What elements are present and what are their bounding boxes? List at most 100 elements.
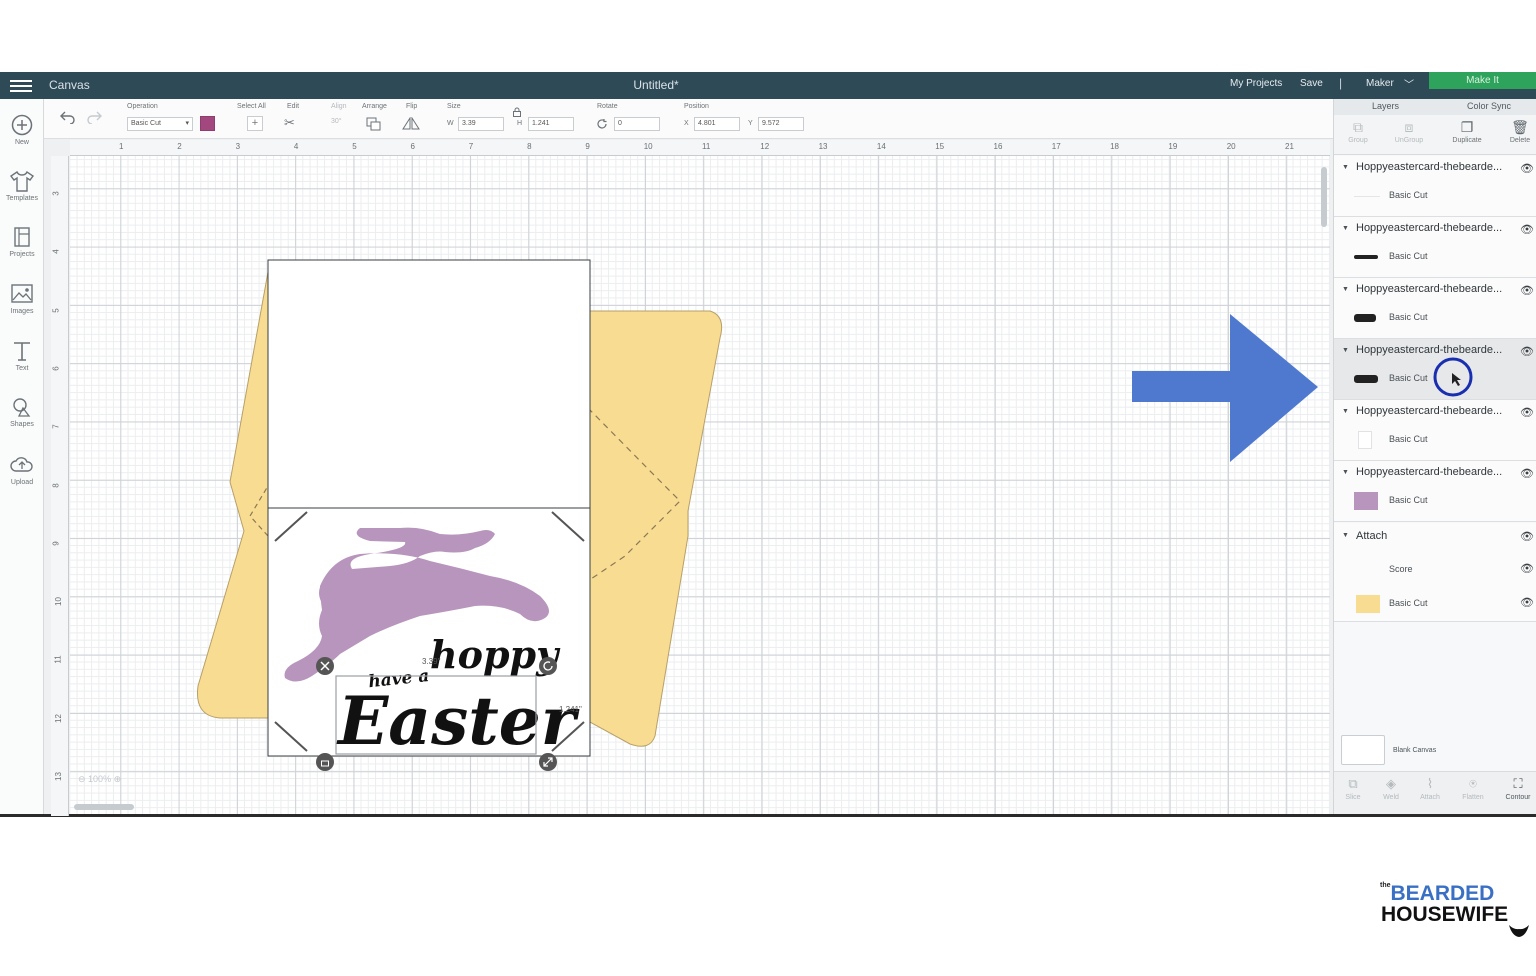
rotate-input[interactable]: 0 bbox=[614, 117, 660, 131]
bunny-thumb bbox=[1354, 492, 1380, 510]
width-input[interactable]: 3.39 bbox=[458, 117, 504, 131]
envelope-right-flap[interactable] bbox=[587, 310, 723, 747]
eye-icon[interactable]: 👁 bbox=[1520, 223, 1534, 236]
tab-color-sync[interactable]: Color Sync bbox=[1467, 101, 1511, 111]
ruler-tick-label: 3 bbox=[235, 142, 241, 151]
weld-button[interactable]: ◈ Weld bbox=[1372, 776, 1410, 801]
collapse-caret-icon[interactable]: ▼ bbox=[1342, 532, 1349, 539]
blank-canvas-label: Blank Canvas bbox=[1393, 747, 1437, 754]
ruler-tick-label: 6 bbox=[410, 142, 415, 151]
eye-icon[interactable]: 👁 bbox=[1520, 562, 1534, 575]
operation-color-swatch[interactable] bbox=[200, 116, 215, 131]
design-canvas[interactable]: have a hoppy Easter 3.39" 1.241" bbox=[70, 156, 1330, 814]
height-input[interactable]: 1.241 bbox=[528, 117, 574, 131]
rail-new-button[interactable]: New bbox=[0, 113, 44, 146]
select-all-button[interactable]: + bbox=[247, 116, 263, 131]
rotate-value: 0 bbox=[618, 120, 622, 127]
ungroup-button[interactable]: ⧈ UnGroup bbox=[1389, 119, 1429, 144]
blank-canvas-swatch[interactable] bbox=[1341, 735, 1385, 765]
cursor-icon bbox=[1452, 373, 1461, 386]
flip-icon[interactable] bbox=[401, 117, 421, 131]
ruler-tick-label: 7 bbox=[51, 424, 61, 429]
ruler-tick-label: 12 bbox=[53, 713, 63, 723]
rail-text-button[interactable]: Text bbox=[0, 339, 44, 372]
arrange-icon[interactable] bbox=[366, 117, 384, 131]
align-value[interactable]: 30° bbox=[331, 118, 342, 125]
card-top-panel[interactable] bbox=[267, 259, 591, 509]
undo-icon[interactable] bbox=[60, 110, 76, 124]
eye-icon[interactable]: 👁 bbox=[1520, 284, 1534, 297]
attach-button[interactable]: ⌇ Attach bbox=[1411, 776, 1449, 801]
delete-button[interactable]: 🗑 Delete bbox=[1500, 119, 1536, 144]
envelope-left-flap[interactable] bbox=[196, 271, 273, 719]
chevron-down-icon[interactable]: ﹀ bbox=[1404, 76, 1414, 91]
envelope-thumb bbox=[1356, 595, 1380, 613]
height-readout: 1.241" bbox=[559, 705, 582, 714]
collapse-caret-icon[interactable]: ▼ bbox=[1342, 408, 1349, 415]
vertical-ruler: 3 4 5 6 7 8 9 10 11 12 13 bbox=[51, 156, 69, 816]
x-position-input[interactable]: 4.801 bbox=[694, 117, 740, 131]
machine-selector[interactable]: Maker bbox=[1366, 78, 1394, 89]
collapse-caret-icon[interactable]: ▼ bbox=[1342, 286, 1349, 293]
slice-button[interactable]: ⧉ Slice bbox=[1334, 776, 1372, 801]
rail-shapes-button[interactable]: Shapes bbox=[0, 395, 44, 428]
attach-child-basic-cut[interactable]: Basic Cut 👁 bbox=[1334, 586, 1536, 622]
flatten-button[interactable]: ⍟ Flatten bbox=[1454, 776, 1492, 801]
text-t-icon bbox=[14, 342, 30, 361]
eye-icon[interactable]: 👁 bbox=[1520, 530, 1534, 543]
eye-icon[interactable]: 👁 bbox=[1520, 596, 1534, 609]
white-card-thumb bbox=[1354, 431, 1380, 449]
tab-layers[interactable]: Layers bbox=[1372, 101, 1399, 111]
operation-select[interactable]: Basic Cut ▾ bbox=[127, 117, 193, 131]
rail-templates-button[interactable]: Templates bbox=[0, 169, 44, 202]
layer-item[interactable]: ▼ Hoppyeastercard-thebearde... 👁 Basic C… bbox=[1334, 461, 1536, 522]
size-label: Size bbox=[447, 103, 461, 110]
card-text-easter[interactable]: Easter bbox=[336, 682, 580, 760]
lock-icon[interactable] bbox=[512, 107, 522, 117]
ruler-tick-label: 16 bbox=[993, 142, 1003, 151]
collapse-caret-icon[interactable]: ▼ bbox=[1342, 164, 1349, 171]
attach-child-score[interactable]: Score 👁 bbox=[1334, 553, 1536, 586]
group-button[interactable]: ⧉ Group bbox=[1338, 119, 1378, 144]
redo-icon[interactable] bbox=[86, 110, 102, 124]
layer-item[interactable]: ▼ Hoppyeastercard-thebearde... 👁 Basic C… bbox=[1334, 400, 1536, 461]
make-it-button[interactable]: Make It bbox=[1429, 72, 1536, 89]
my-projects-link[interactable]: My Projects bbox=[1230, 78, 1282, 89]
collapse-caret-icon[interactable]: ▼ bbox=[1342, 225, 1349, 232]
duplicate-button[interactable]: ❐ Duplicate bbox=[1447, 119, 1487, 144]
ruler-tick-label: 12 bbox=[760, 142, 770, 151]
zoom-control[interactable]: ⊖ 100% ⊕ bbox=[78, 774, 121, 785]
flip-label: Flip bbox=[406, 103, 418, 110]
ruler-tick-label: 7 bbox=[468, 142, 474, 151]
collapse-caret-icon[interactable]: ▼ bbox=[1342, 469, 1349, 476]
ruler-tick-label: 9 bbox=[585, 142, 590, 151]
rail-images-button[interactable]: Images bbox=[0, 282, 44, 315]
arrow-right-icon bbox=[1132, 314, 1318, 462]
scissors-icon[interactable]: ✂ bbox=[284, 115, 295, 131]
eye-icon[interactable]: 👁 bbox=[1520, 162, 1534, 175]
eye-icon[interactable]: 👁 bbox=[1520, 467, 1534, 480]
eye-icon[interactable]: 👁 bbox=[1520, 406, 1534, 419]
layer-item[interactable]: ▼ Hoppyeastercard-thebearde... 👁 Basic C… bbox=[1334, 156, 1536, 217]
size-group: Size bbox=[447, 103, 461, 114]
rotate-handle[interactable] bbox=[539, 657, 557, 675]
contour-button[interactable]: ⛶ Contour bbox=[1499, 776, 1536, 801]
contour-icon: ⛶ bbox=[1513, 776, 1523, 791]
horizontal-scrollbar[interactable] bbox=[74, 804, 134, 810]
rail-upload-button[interactable]: Upload bbox=[0, 453, 44, 486]
vertical-scrollbar[interactable] bbox=[1321, 167, 1327, 227]
align-group: Align bbox=[331, 103, 347, 114]
ruler-tick-label: 8 bbox=[527, 142, 532, 151]
y-position-input[interactable]: 9.572 bbox=[758, 117, 804, 131]
layer-operation: Basic Cut bbox=[1389, 434, 1428, 444]
layer-item[interactable]: ▼ Hoppyeastercard-thebearde... 👁 Basic C… bbox=[1334, 217, 1536, 278]
y-position-value: 9.572 bbox=[762, 120, 780, 127]
collapse-caret-icon[interactable]: ▼ bbox=[1342, 347, 1349, 354]
save-link[interactable]: Save bbox=[1300, 78, 1323, 89]
layer-item[interactable]: ▼ Hoppyeastercard-thebearde... 👁 Basic C… bbox=[1334, 278, 1536, 339]
eye-icon[interactable]: 👁 bbox=[1520, 345, 1534, 358]
rail-projects-button[interactable]: Projects bbox=[0, 225, 44, 258]
attach-group-header[interactable]: ▼ Attach 👁 bbox=[1334, 523, 1536, 553]
select-all-label: Select All bbox=[237, 103, 266, 110]
lock-handle[interactable] bbox=[316, 753, 334, 771]
